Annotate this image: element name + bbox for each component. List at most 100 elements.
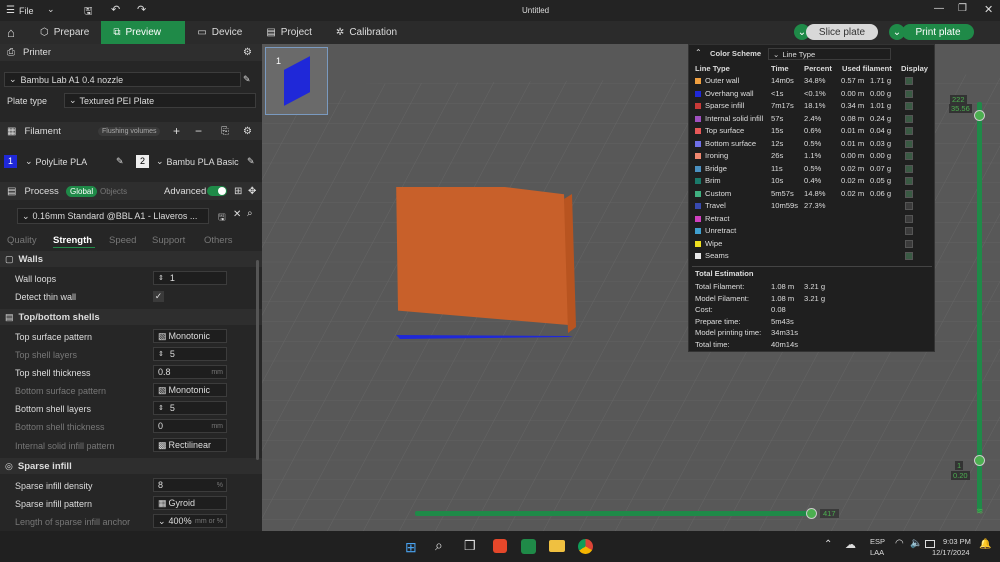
process-preset-select[interactable]: ⌄ 0.16mm Standard @BBL A1 - Llaveros ... (17, 208, 209, 224)
wifi-icon[interactable]: ◠ (895, 538, 904, 549)
color-scheme-select[interactable]: ⌄ Line Type (768, 48, 891, 60)
legend-display-checkbox[interactable] (905, 152, 913, 160)
move-slider-track[interactable] (415, 511, 813, 516)
collapse-icon[interactable]: ⌃ (695, 48, 702, 57)
legend-display-checkbox[interactable] (905, 102, 913, 110)
legend-display-checkbox[interactable] (905, 164, 913, 173)
legend-display-checkbox[interactable] (905, 177, 913, 185)
printer-select[interactable]: ⌄ Bambu Lab A1 0.4 nozzle (4, 72, 241, 87)
bottom-shell-layers-stepper[interactable]: ⇕ 5 (153, 401, 227, 415)
bambu-studio-icon[interactable] (521, 539, 536, 554)
file-menu[interactable]: ☰ File (6, 5, 33, 16)
layer-top-handle[interactable] (974, 110, 985, 121)
global-toggle[interactable]: Global (66, 185, 98, 197)
speaker-icon[interactable]: 🔈 (910, 538, 922, 549)
legend-display-checkbox[interactable] (905, 227, 913, 235)
save-icon[interactable]: 🖫 (218, 210, 226, 226)
tab-support[interactable]: Support (152, 235, 185, 246)
close-icon[interactable]: ✕ (984, 3, 993, 16)
bottom-shell-thickness-input[interactable]: 0 mm (153, 419, 227, 433)
search-icon[interactable]: ⌕ (247, 208, 253, 219)
file-explorer-icon[interactable] (549, 540, 565, 552)
layer-slider-track[interactable] (977, 102, 982, 512)
tab-calibration[interactable]: ✲ Calibration (324, 21, 409, 44)
notification-icon[interactable]: 🔔 (979, 539, 991, 550)
tab-speed[interactable]: Speed (109, 235, 136, 246)
tab-project[interactable]: ▤ Project (254, 21, 324, 44)
legend-display-checkbox[interactable] (905, 139, 913, 148)
sync-icon[interactable]: ⎘ (221, 126, 229, 137)
windows-start-icon[interactable]: ⊞ (405, 539, 417, 556)
tab-others[interactable]: Others (204, 235, 233, 246)
gear-icon[interactable]: ⚙ (243, 47, 252, 58)
search-icon[interactable]: ⌕ (435, 537, 443, 554)
top-shell-layers-stepper[interactable]: ⇕ 5 (153, 347, 227, 361)
redo-icon[interactable]: ↷ (137, 3, 146, 16)
wall-loops-stepper[interactable]: ⇕ 1 (153, 271, 227, 285)
language-secondary[interactable]: LAA (870, 548, 884, 557)
legend-display-checkbox[interactable] (905, 252, 913, 260)
plate-type-select[interactable]: ⌄ Textured PEI Plate (64, 93, 256, 108)
advanced-switch[interactable] (207, 186, 227, 196)
clock-time[interactable]: 9:03 PM (943, 537, 971, 546)
layers-icon[interactable]: ≋ (976, 506, 984, 517)
edit-icon[interactable]: ✎ (247, 156, 255, 167)
legend-display-checkbox[interactable] (905, 202, 913, 210)
clock-date[interactable]: 12/17/2024 (932, 548, 970, 557)
filament-2-select[interactable]: ⌄ Bambu PLA Basic (152, 154, 247, 169)
bottom-surface-pattern-select[interactable]: ▧ Monotonic (153, 383, 227, 397)
legend-display-checkbox[interactable] (905, 127, 913, 135)
legend-display-checkbox[interactable] (905, 239, 913, 248)
top-shell-thickness-input[interactable]: 0.8 mm (153, 365, 227, 379)
add-icon[interactable]: + (173, 124, 180, 138)
edit-icon[interactable]: ✎ (116, 156, 124, 167)
restore-icon[interactable]: ❐ (958, 3, 967, 14)
home-button[interactable]: ⌂ (0, 21, 28, 44)
legend-display-checkbox[interactable] (905, 89, 913, 98)
tab-strength[interactable]: Strength (53, 235, 92, 246)
brave-browser-icon[interactable] (493, 539, 507, 553)
undo-icon[interactable]: ↶ (111, 3, 120, 16)
layer-bottom-handle[interactable] (974, 455, 985, 466)
sparse-infill-pattern-select[interactable]: ▦ Gyroid (153, 496, 227, 510)
sparse-infill-density-input[interactable]: 8% (153, 478, 227, 492)
sparse-anchor-input[interactable]: ⌄ 400% mm or % (153, 514, 227, 528)
tab-prepare[interactable]: ⬡ Prepare (28, 21, 101, 44)
flushing-volumes-button[interactable]: Flushing volumes (98, 126, 161, 136)
settings-scrollbar[interactable] (256, 260, 259, 460)
edit-icon[interactable]: ✎ (243, 74, 251, 85)
language-primary[interactable]: ESP (870, 537, 885, 546)
pattern-icon: ▧ (158, 384, 167, 395)
tab-preview[interactable]: ⧉ Preview (101, 21, 186, 44)
gear-icon[interactable]: ⚙ (243, 126, 252, 137)
top-surface-pattern-select[interactable]: ▧ Monotonic (153, 329, 227, 343)
detect-thin-wall-checkbox[interactable]: ✓ (153, 291, 164, 302)
print-plate-button[interactable]: Print plate (902, 24, 974, 40)
move-slider-handle[interactable] (806, 508, 817, 519)
tab-device[interactable]: ▭ Device (185, 21, 254, 44)
legend-line-type: Seams (705, 251, 729, 260)
minimize-icon[interactable]: — (934, 3, 944, 14)
remove-icon[interactable]: − (195, 124, 202, 138)
chevron-down-icon[interactable]: ⌄ (47, 4, 55, 15)
tab-quality[interactable]: Quality (7, 235, 37, 246)
legend-display-checkbox[interactable] (905, 114, 913, 123)
chevron-up-icon[interactable]: ⌃ (824, 539, 832, 550)
legend-display-checkbox[interactable] (905, 214, 913, 223)
task-view-icon[interactable]: ❒ (464, 538, 476, 554)
plate-thumbnail[interactable]: 1 (265, 47, 328, 115)
cloud-icon[interactable]: ☁ (845, 538, 856, 551)
legend-display-checkbox[interactable] (905, 189, 913, 198)
battery-icon[interactable] (925, 540, 935, 548)
internal-solid-infill-pattern-select[interactable]: ▩ Rectilinear (153, 438, 227, 452)
filament-1-select[interactable]: ⌄ PolyLite PLA (21, 154, 126, 169)
save-icon[interactable]: 🖫 (84, 4, 93, 21)
legend-display-checkbox[interactable] (905, 77, 913, 85)
close-icon[interactable]: ✕ (233, 209, 241, 220)
chrome-icon[interactable] (578, 539, 593, 554)
objects-toggle[interactable]: Objects (100, 187, 127, 196)
compare-icon[interactable]: ⊞ (234, 186, 242, 197)
tune-icon[interactable]: ✥ (248, 186, 256, 197)
slice-plate-button[interactable]: Slice plate (806, 24, 878, 40)
legend-percent: 14.8% (804, 188, 826, 198)
